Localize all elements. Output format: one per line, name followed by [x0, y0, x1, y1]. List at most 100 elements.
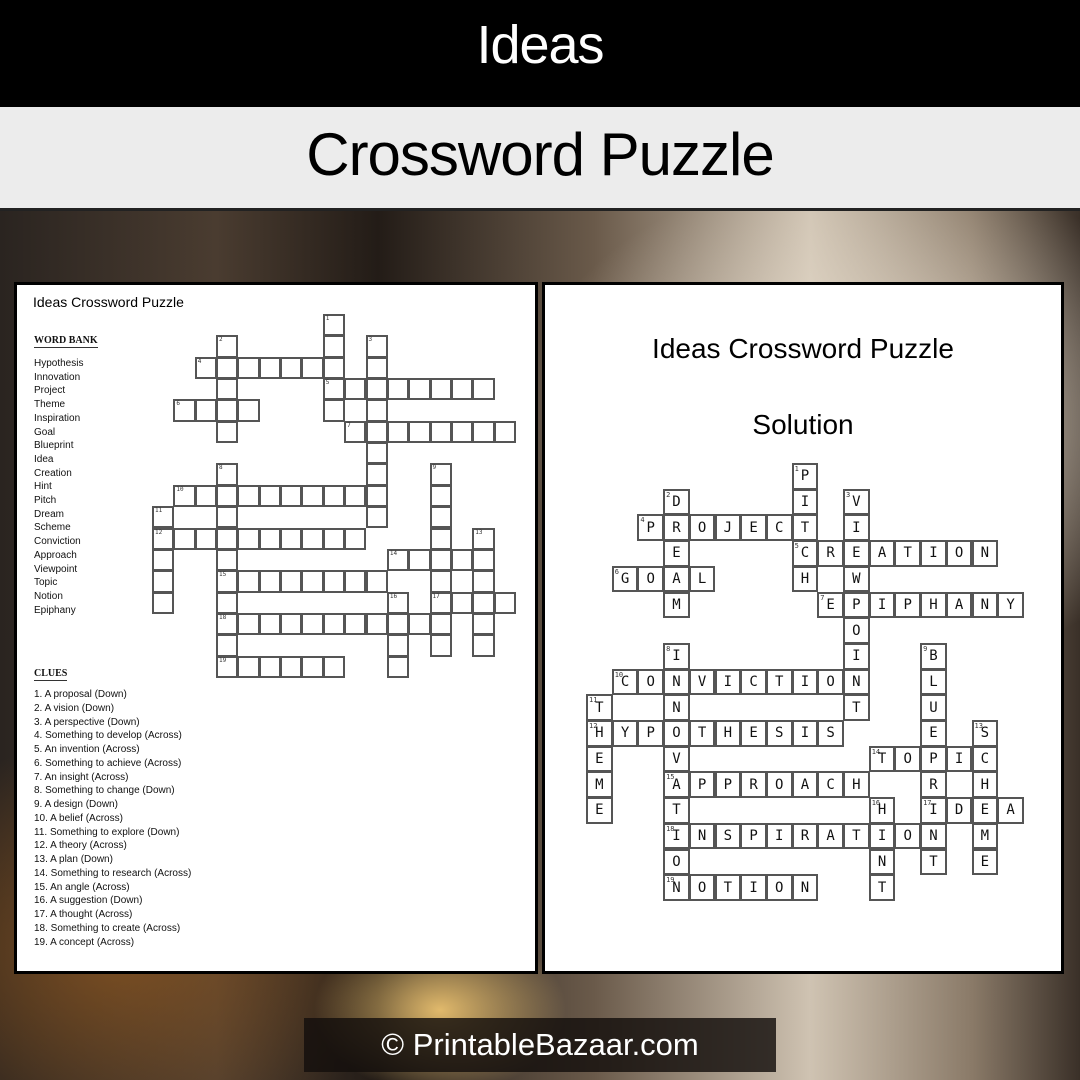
crossword-cell[interactable] [322, 655, 346, 678]
crossword-cell[interactable] [408, 548, 431, 572]
crossword-cell[interactable] [472, 548, 495, 572]
crossword-cell[interactable] [344, 527, 367, 550]
crossword-cell[interactable] [365, 484, 388, 508]
crossword-cell[interactable] [237, 356, 260, 380]
crossword-cell[interactable] [429, 378, 452, 401]
crossword-cell[interactable]: 7 [344, 420, 367, 444]
crossword-cell[interactable]: 17 [429, 591, 452, 614]
crossword-cell[interactable] [493, 420, 516, 444]
crossword-cell[interactable] [280, 570, 303, 593]
crossword-cell[interactable]: 13 [472, 527, 495, 550]
crossword-cell[interactable] [450, 378, 474, 401]
crossword-cell[interactable]: 16 [386, 591, 410, 614]
crossword-cell[interactable]: 9 [429, 463, 452, 486]
crossword-cell[interactable] [429, 634, 452, 657]
crossword-cell[interactable] [258, 356, 282, 380]
crossword-cell[interactable] [450, 548, 474, 572]
crossword-cell[interactable] [216, 527, 239, 550]
crossword-cell[interactable]: 5 [322, 378, 346, 401]
crossword-cell[interactable] [429, 527, 452, 550]
crossword-cell[interactable] [472, 570, 495, 593]
crossword-cell[interactable]: 6 [173, 399, 196, 422]
crossword-cell[interactable] [258, 612, 282, 636]
crossword-cell[interactable] [216, 506, 239, 529]
crossword-cell[interactable] [216, 356, 239, 380]
crossword-cell[interactable] [152, 570, 175, 593]
crossword-cell[interactable] [301, 356, 324, 380]
crossword-cell[interactable] [258, 655, 282, 678]
crossword-cell[interactable] [429, 484, 452, 508]
crossword-cell[interactable] [301, 527, 324, 550]
crossword-cell[interactable] [258, 570, 282, 593]
crossword-cell[interactable] [429, 548, 452, 572]
crossword-cell[interactable] [301, 655, 324, 678]
crossword-cell[interactable] [365, 420, 388, 444]
crossword-cell[interactable] [216, 634, 239, 657]
crossword-cell[interactable] [194, 399, 218, 422]
crossword-cell[interactable] [322, 484, 346, 508]
crossword-cell[interactable]: 18 [216, 612, 239, 636]
crossword-cell[interactable] [322, 356, 346, 380]
crossword-cell[interactable] [472, 612, 495, 636]
crossword-cell[interactable] [450, 591, 474, 614]
crossword-cell[interactable]: 8 [216, 463, 239, 486]
crossword-cell[interactable] [408, 612, 431, 636]
crossword-cell[interactable] [301, 484, 324, 508]
crossword-cell[interactable] [216, 399, 239, 422]
crossword-cell[interactable] [386, 378, 410, 401]
crossword-cell[interactable]: 19 [216, 655, 239, 678]
crossword-cell[interactable] [216, 548, 239, 572]
crossword-cell[interactable] [472, 634, 495, 657]
crossword-cell[interactable] [237, 655, 260, 678]
crossword-cell[interactable] [450, 420, 474, 444]
crossword-cell[interactable] [472, 591, 495, 614]
crossword-cell[interactable]: 11 [152, 506, 175, 529]
crossword-cell[interactable] [386, 612, 410, 636]
crossword-cell[interactable] [322, 570, 346, 593]
crossword-cell[interactable]: 12 [152, 527, 175, 550]
crossword-cell[interactable] [322, 399, 346, 422]
crossword-cell[interactable] [173, 527, 196, 550]
crossword-cell[interactable] [216, 591, 239, 614]
crossword-cell[interactable] [216, 378, 239, 401]
crossword-cell[interactable] [301, 570, 324, 593]
crossword-cell[interactable] [365, 378, 388, 401]
crossword-cell[interactable] [365, 442, 388, 465]
crossword-cell[interactable] [194, 527, 218, 550]
crossword-cell[interactable] [301, 612, 324, 636]
crossword-cell[interactable] [408, 420, 431, 444]
crossword-cell[interactable]: 4 [194, 356, 218, 380]
crossword-cell[interactable] [408, 378, 431, 401]
crossword-cell[interactable] [280, 655, 303, 678]
crossword-cell[interactable] [429, 420, 452, 444]
crossword-cell[interactable] [365, 570, 388, 593]
crossword-cell[interactable] [472, 378, 495, 401]
crossword-cell[interactable] [322, 527, 346, 550]
crossword-cell[interactable]: 10 [173, 484, 196, 508]
crossword-cell[interactable] [386, 655, 410, 678]
crossword-cell[interactable]: 14 [386, 548, 410, 572]
crossword-cell[interactable] [429, 612, 452, 636]
crossword-cell[interactable] [386, 634, 410, 657]
crossword-cell[interactable] [237, 484, 260, 508]
crossword-cell[interactable] [237, 399, 260, 422]
crossword-cell[interactable]: 15 [216, 570, 239, 593]
crossword-cell[interactable] [258, 527, 282, 550]
crossword-cell[interactable] [152, 591, 175, 614]
crossword-cell[interactable] [258, 484, 282, 508]
crossword-cell[interactable] [280, 527, 303, 550]
crossword-cell[interactable] [344, 484, 367, 508]
crossword-cell[interactable] [322, 612, 346, 636]
crossword-cell[interactable] [344, 378, 367, 401]
crossword-cell[interactable]: 3 [365, 335, 388, 358]
crossword-cell[interactable] [152, 548, 175, 572]
crossword-cell[interactable] [237, 527, 260, 550]
crossword-cell[interactable] [344, 612, 367, 636]
crossword-cell[interactable] [472, 420, 495, 444]
crossword-cell[interactable] [216, 420, 239, 444]
crossword-cell[interactable] [322, 335, 346, 358]
crossword-cell[interactable] [365, 506, 388, 529]
crossword-cell[interactable] [386, 420, 410, 444]
crossword-cell[interactable] [365, 399, 388, 422]
crossword-cell[interactable] [216, 484, 239, 508]
